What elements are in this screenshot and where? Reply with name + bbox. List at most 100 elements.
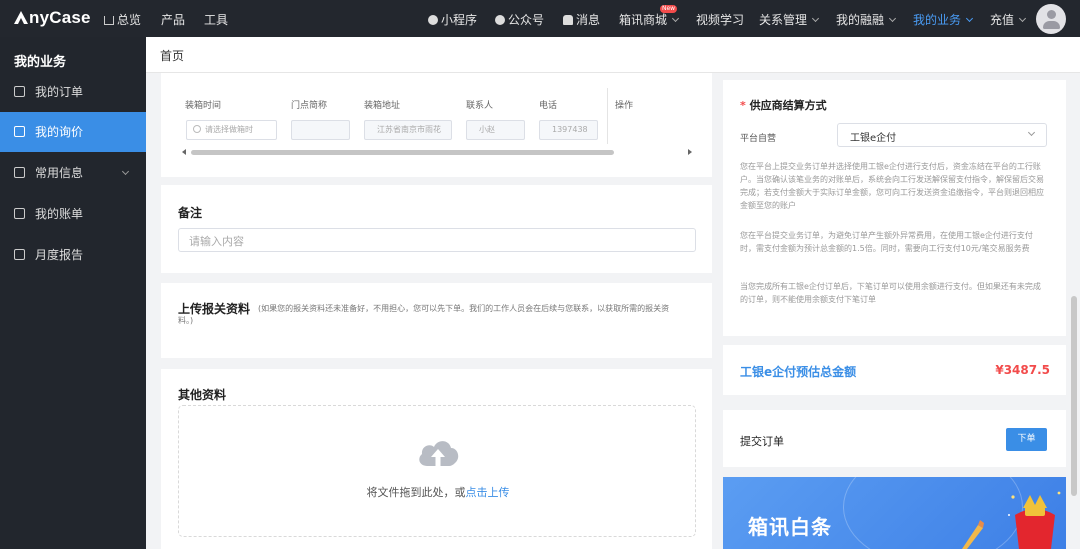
breadcrumb: 首页 (146, 37, 1080, 73)
new-badge: New (660, 5, 678, 13)
chevron-down-icon (1018, 14, 1027, 23)
top-navbar: nyCase 总览 产品 工具 小程序 公众号 消息 箱讯商城 New 视频学习… (0, 0, 1080, 37)
time-picker-placeholder: 请选择做箱时 (205, 125, 253, 134)
upload-text: 将文件拖到此处，或点击上传 (179, 484, 697, 500)
table-header: 联系人 (466, 101, 494, 111)
report-icon (14, 249, 25, 260)
click-upload-link[interactable]: 点击上传 (466, 486, 510, 499)
platform-label: 平台自营 (740, 134, 777, 144)
inquiry-icon (14, 126, 25, 137)
other-docs-title: 其他资料 (178, 388, 227, 402)
page-scrollbar[interactable] (1071, 296, 1077, 496)
settlement-paragraph: 当您完成所有工银e企付订单后，下笔订单可以使用余额进行支付。但如果还有未完成的订… (740, 282, 1041, 304)
document-icon (14, 86, 25, 97)
settlement-title: * 供应商结算方式 (740, 97, 827, 113)
logo-text: nyCase (29, 8, 91, 27)
bell-icon (563, 15, 573, 25)
nav-business[interactable]: 我的业务 (913, 11, 974, 28)
chevron-down-icon (888, 14, 897, 23)
settlement-card: * 供应商结算方式 平台自营 工银e企付 您在平台上提交业务订单并选择使用工银e… (723, 80, 1066, 336)
nav-recharge-label: 充值 (990, 13, 1015, 27)
submit-label: 提交订单 (740, 435, 784, 448)
breadcrumb-home[interactable]: 首页 (160, 49, 184, 63)
sidebar-item-label: 我的询价 (35, 125, 84, 139)
upload-dropzone[interactable]: 将文件拖到此处，或点击上传 (178, 405, 696, 537)
nav-finance[interactable]: 我的融融 (836, 11, 897, 28)
nav-official-account-label: 公众号 (508, 13, 545, 27)
customs-card: 上传报关资料 (如果您的报关资料还未准备好，不用担心，您可以先下单。我们的工作人… (161, 283, 712, 358)
chevron-down-icon (965, 14, 974, 23)
total-value: ¥3487.5 (995, 363, 1050, 377)
customs-note: (如果您的报关资料还未准备好，不用担心，您可以先下单。我们的工作人员会在后续与您… (178, 304, 670, 325)
other-docs-card: 其他资料 将文件拖到此处，或点击上传 (161, 369, 712, 549)
nav-official-account[interactable]: 公众号 (495, 11, 544, 28)
wechat-icon (495, 15, 505, 25)
chevron-down-icon (811, 14, 820, 23)
nav-relations[interactable]: 关系管理 (759, 11, 820, 28)
table-header: 装箱地址 (364, 101, 401, 111)
promo-banner[interactable]: 箱讯白条 (723, 477, 1066, 549)
sidebar-item-label: 我的账单 (35, 207, 84, 221)
nav-store[interactable]: 箱讯商城 (619, 11, 680, 28)
sidebar-item-label: 月度报告 (35, 248, 84, 262)
scroll-right-icon[interactable] (688, 149, 692, 155)
pencil-icon (962, 520, 984, 549)
sidebar-item-bills[interactable]: 我的账单 (0, 194, 146, 234)
nav-recharge[interactable]: 充值 (990, 11, 1027, 28)
sidebar-item-label: 我的订单 (35, 85, 84, 99)
upload-drag-text: 将文件拖到此处，或 (366, 486, 466, 499)
scrollbar-thumb[interactable] (191, 150, 614, 155)
payment-method-value: 工银e企付 (850, 133, 897, 144)
nav-home-label: 总览 (117, 13, 142, 27)
sidebar: 我的业务 我的订单 我的询价 常用信息 我的账单 月度报告 (0, 37, 146, 549)
contact-input[interactable]: 小赵 (466, 120, 525, 140)
mini-program-icon (428, 15, 438, 25)
clock-icon (193, 125, 201, 133)
nav-relations-label: 关系管理 (759, 13, 808, 27)
total-label: 工银e企付预估总金额 (740, 365, 857, 379)
home-icon (104, 16, 114, 25)
sidebar-item-monthly-report[interactable]: 月度报告 (0, 235, 146, 275)
payment-method-select[interactable]: 工银e企付 (837, 123, 1047, 147)
nav-tools[interactable]: 工具 (204, 11, 228, 28)
settlement-paragraph: 您在平台上提交业务订单并选择使用工银e企付进行支付后，资金冻结在平台的工行账户。… (740, 162, 1044, 210)
nav-business-label: 我的业务 (913, 13, 962, 27)
nav-mini-program[interactable]: 小程序 (428, 11, 477, 28)
nav-messages-label: 消息 (576, 13, 601, 27)
nav-mini-program-label: 小程序 (441, 13, 478, 27)
remarks-textarea[interactable]: 请输入内容 (178, 228, 696, 252)
info-icon (14, 167, 25, 178)
time-picker-input[interactable]: 请选择做箱时 (186, 120, 277, 140)
cloud-upload-icon (419, 441, 459, 466)
avatar[interactable] (1036, 4, 1066, 34)
sidebar-item-orders[interactable]: 我的订单 (0, 72, 146, 112)
nav-finance-label: 我的融融 (836, 13, 885, 27)
table-header: 电话 (539, 101, 558, 111)
scroll-left-icon[interactable] (182, 149, 186, 155)
nav-home[interactable]: 总览 (104, 11, 141, 28)
required-mark: * (740, 99, 746, 112)
address-input[interactable]: 江苏省南京市雨花 (364, 120, 452, 140)
chevron-down-icon (121, 167, 130, 176)
sidebar-item-inquiry[interactable]: 我的询价 (0, 112, 146, 152)
table-header: 装箱时间 (185, 101, 222, 111)
place-order-button[interactable]: 下单 (1006, 428, 1047, 451)
table-header: 门点简称 (291, 101, 328, 111)
nav-messages[interactable]: 消息 (563, 11, 600, 28)
submit-card: 提交订单 下单 (723, 410, 1066, 467)
phone-input[interactable]: 1397438 (539, 120, 598, 140)
short-name-input[interactable] (291, 120, 350, 140)
remarks-title: 备注 (178, 206, 203, 220)
nav-video[interactable]: 视频学习 (696, 11, 744, 28)
total-card: 工银e企付预估总金额 ¥3487.5 (723, 345, 1066, 395)
remarks-card: 备注 请输入内容 (161, 185, 712, 273)
chevron-down-icon (1027, 128, 1036, 137)
chevron-down-icon (671, 14, 680, 23)
table-header: 操作 (615, 101, 634, 111)
banner-title: 箱讯白条 (748, 515, 832, 539)
nav-products[interactable]: 产品 (161, 11, 185, 28)
logo[interactable]: nyCase (14, 8, 91, 28)
logo-a-icon (14, 11, 28, 24)
sidebar-item-common-info[interactable]: 常用信息 (0, 153, 146, 193)
fixed-column-divider (607, 88, 608, 144)
